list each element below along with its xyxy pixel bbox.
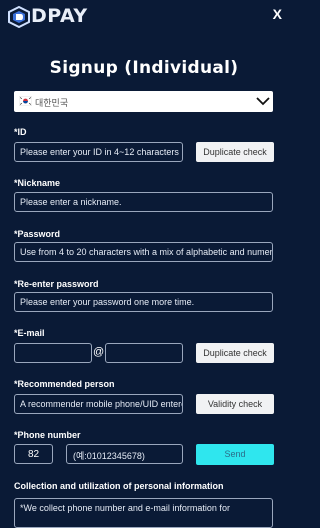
page-title: Signup (Individual) bbox=[49, 58, 239, 78]
country-select-value: 대한민국 bbox=[35, 98, 69, 108]
email-domain-input[interactable] bbox=[105, 343, 183, 363]
chevron-down-icon bbox=[256, 97, 270, 106]
password-label: *Password bbox=[14, 229, 61, 239]
validity-check-button[interactable]: Validity check bbox=[196, 394, 274, 414]
id-duplicate-check-button[interactable]: Duplicate check bbox=[196, 142, 274, 162]
password-input[interactable]: Use from 4 to 20 characters with a mix o… bbox=[14, 242, 273, 262]
nickname-input[interactable]: Please enter a nickname. bbox=[14, 192, 273, 212]
id-input[interactable]: Please enter your ID in 4~12 characters bbox=[14, 142, 183, 162]
password-confirm-input[interactable]: Please enter your password one more time… bbox=[14, 292, 273, 312]
korea-flag-icon bbox=[19, 96, 32, 106]
nickname-label: *Nickname bbox=[14, 178, 61, 188]
app-header: DPAY X bbox=[0, 0, 288, 32]
password-confirm-label: *Re-enter password bbox=[14, 279, 99, 289]
email-duplicate-check-button[interactable]: Duplicate check bbox=[196, 343, 274, 363]
consent-text[interactable]: *We collect phone number and e-mail info… bbox=[14, 498, 273, 528]
email-local-input[interactable] bbox=[14, 343, 92, 363]
dpay-logo-icon bbox=[8, 6, 30, 28]
country-select[interactable]: 대한민국 bbox=[14, 91, 273, 112]
close-button[interactable]: X bbox=[273, 6, 282, 22]
recommender-label: *Recommended person bbox=[14, 379, 115, 389]
consent-heading: Collection and utilization of personal i… bbox=[14, 481, 224, 491]
logo-text: DPAY bbox=[31, 5, 88, 27]
email-at-sign: @ bbox=[93, 346, 105, 358]
id-label: *ID bbox=[14, 127, 27, 137]
email-label: *E-mail bbox=[14, 328, 45, 338]
recommender-input[interactable]: A recommender mobile phone/UID entered bbox=[14, 394, 183, 414]
send-button[interactable]: Send bbox=[196, 444, 274, 465]
phone-country-code[interactable]: 82 bbox=[14, 444, 53, 464]
phone-input[interactable]: (예:01012345678) bbox=[66, 444, 183, 464]
phone-label: *Phone number bbox=[14, 430, 81, 440]
